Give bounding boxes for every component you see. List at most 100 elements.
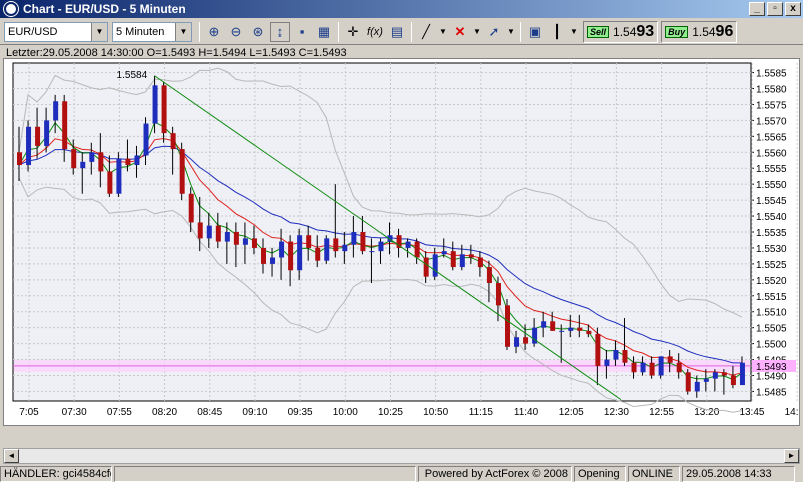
candle-body: [197, 222, 203, 239]
candle-body: [143, 123, 149, 156]
vertical-scale-icon[interactable]: ↨: [270, 21, 290, 42]
candle-body: [17, 152, 22, 166]
x-tick-label: 13:45: [739, 407, 764, 418]
window-title: Chart - EUR/USD - 5 Minuten: [23, 2, 186, 16]
candle-body: [477, 257, 483, 268]
toolbar-separator: [411, 21, 412, 42]
chart-toolbar: EUR/USD ▼ 5 Minuten ▼ ⊕ ⊖ ⊛ ↨ ▪ ▦ ✛ f(x)…: [0, 19, 803, 45]
candle-body: [450, 251, 456, 268]
sell-price-big: 93: [636, 22, 655, 40]
properties-icon[interactable]: ▣: [525, 22, 545, 42]
candle-body: [694, 381, 700, 392]
y-tick-label: 1.5550: [756, 180, 787, 191]
online-status: ONLINE: [628, 466, 680, 482]
chevron-down-icon[interactable]: ▼: [438, 22, 448, 42]
y-tick-label: 1.5570: [756, 116, 787, 127]
x-tick-label: 08:45: [197, 407, 222, 418]
candle-body: [586, 330, 592, 335]
candle-body: [405, 241, 411, 248]
y-tick-label: 1.5525: [756, 260, 787, 271]
high-price-label: 1.5584: [117, 70, 148, 81]
crosshair-icon[interactable]: ✛: [343, 22, 363, 42]
dealer-status: HÄNDLER: gci4584cfc: [0, 466, 112, 482]
y-tick-label: 1.5505: [756, 324, 787, 335]
x-tick-label: 11:15: [469, 407, 494, 418]
delete-icon[interactable]: ✕: [450, 22, 470, 42]
x-tick-label: 07:30: [62, 407, 87, 418]
candle-body: [595, 334, 601, 366]
sell-quote[interactable]: Sell 1.54 93: [583, 20, 659, 43]
candle-body: [703, 378, 709, 382]
candle-body: [486, 267, 492, 284]
zoom-in-icon[interactable]: ⊕: [204, 22, 224, 42]
price-chart[interactable]: 1.5585 1.5580 1.5575 1.5570 1.5565 1.5560 1.55…: [4, 59, 803, 425]
candle-body: [35, 126, 41, 146]
zoom-out-icon[interactable]: ⊖: [226, 22, 246, 42]
close-button[interactable]: x: [785, 2, 801, 16]
candle-body: [667, 356, 673, 363]
x-tick-label: 12:55: [649, 407, 674, 418]
sell-button[interactable]: Sell: [587, 25, 610, 38]
candle-body: [414, 241, 420, 258]
status-blank: [114, 466, 416, 482]
x-tick-label: 10:00: [333, 407, 358, 418]
chevron-down-icon[interactable]: ▼: [569, 22, 579, 42]
horizontal-scrollbar[interactable]: ◄ ►: [3, 448, 800, 464]
scroll-right-button[interactable]: ►: [784, 449, 799, 463]
buy-price-big: 96: [715, 22, 734, 40]
function-icon[interactable]: f(x): [365, 22, 385, 42]
restore-button[interactable]: ▫: [767, 2, 783, 16]
toolbar-separator: [338, 21, 339, 42]
candle-body: [568, 327, 574, 331]
candle-body: [89, 152, 95, 162]
minimize-button[interactable]: _: [749, 2, 765, 16]
interval-select[interactable]: 5 Minuten ▼: [112, 21, 192, 42]
candle-body: [342, 244, 348, 252]
chevron-down-icon[interactable]: ▼: [506, 22, 516, 42]
candle-body: [730, 375, 736, 386]
x-tick-label: 12:30: [604, 407, 629, 418]
candle-body: [495, 283, 501, 306]
candle-body: [432, 254, 438, 277]
x-tick-label: 09:35: [288, 407, 313, 418]
candle-body: [459, 254, 465, 268]
candle-body: [98, 152, 104, 172]
candle-body: [523, 337, 529, 344]
y-tick-label: 1.5565: [756, 132, 787, 143]
candle-body: [315, 247, 321, 261]
chart-panel[interactable]: 1.5585 1.5580 1.5575 1.5570 1.5565 1.5560 1.55…: [3, 58, 803, 426]
symbol-select[interactable]: EUR/USD ▼: [4, 21, 108, 42]
candle-body: [53, 101, 59, 121]
table-icon[interactable]: ▦: [314, 22, 334, 42]
toolbar-separator: [520, 21, 521, 42]
candle-body: [125, 158, 131, 166]
y-tick-label: 1.5510: [756, 308, 787, 319]
candle-body: [297, 235, 303, 271]
chevron-down-icon[interactable]: ▼: [91, 22, 107, 41]
candle-body: [721, 372, 727, 376]
line-tool-icon[interactable]: ╱: [416, 22, 436, 42]
title-bar[interactable]: Chart - EUR/USD - 5 Minuten _ ▫ x: [0, 0, 803, 18]
candle-type-icon[interactable]: ┃: [547, 22, 567, 42]
chevron-down-icon[interactable]: ▼: [472, 22, 482, 42]
buy-quote[interactable]: Buy 1.54 96: [661, 20, 738, 43]
candle-body: [505, 305, 510, 347]
candle-body: [179, 149, 185, 194]
zoom-fit-icon[interactable]: ⊛: [248, 22, 268, 42]
candle-body: [279, 241, 285, 258]
buy-button[interactable]: Buy: [665, 25, 689, 38]
y-tick-label: 1.5560: [756, 148, 787, 159]
pointer-icon[interactable]: ➚: [484, 22, 504, 42]
candle-body: [242, 238, 248, 245]
candle-body: [80, 161, 86, 169]
candle-body: [62, 101, 68, 150]
x-tick-label: 7:05: [19, 407, 39, 418]
chevron-down-icon[interactable]: ▼: [175, 22, 191, 41]
y-tick-label: 1.5580: [756, 85, 787, 96]
scroll-left-button[interactable]: ◄: [4, 449, 19, 463]
candle-body: [188, 193, 194, 223]
save-icon[interactable]: ▪: [292, 22, 312, 42]
candle-body: [44, 120, 50, 146]
indicator-icon[interactable]: ▤: [387, 22, 407, 42]
candle-body: [676, 362, 682, 373]
